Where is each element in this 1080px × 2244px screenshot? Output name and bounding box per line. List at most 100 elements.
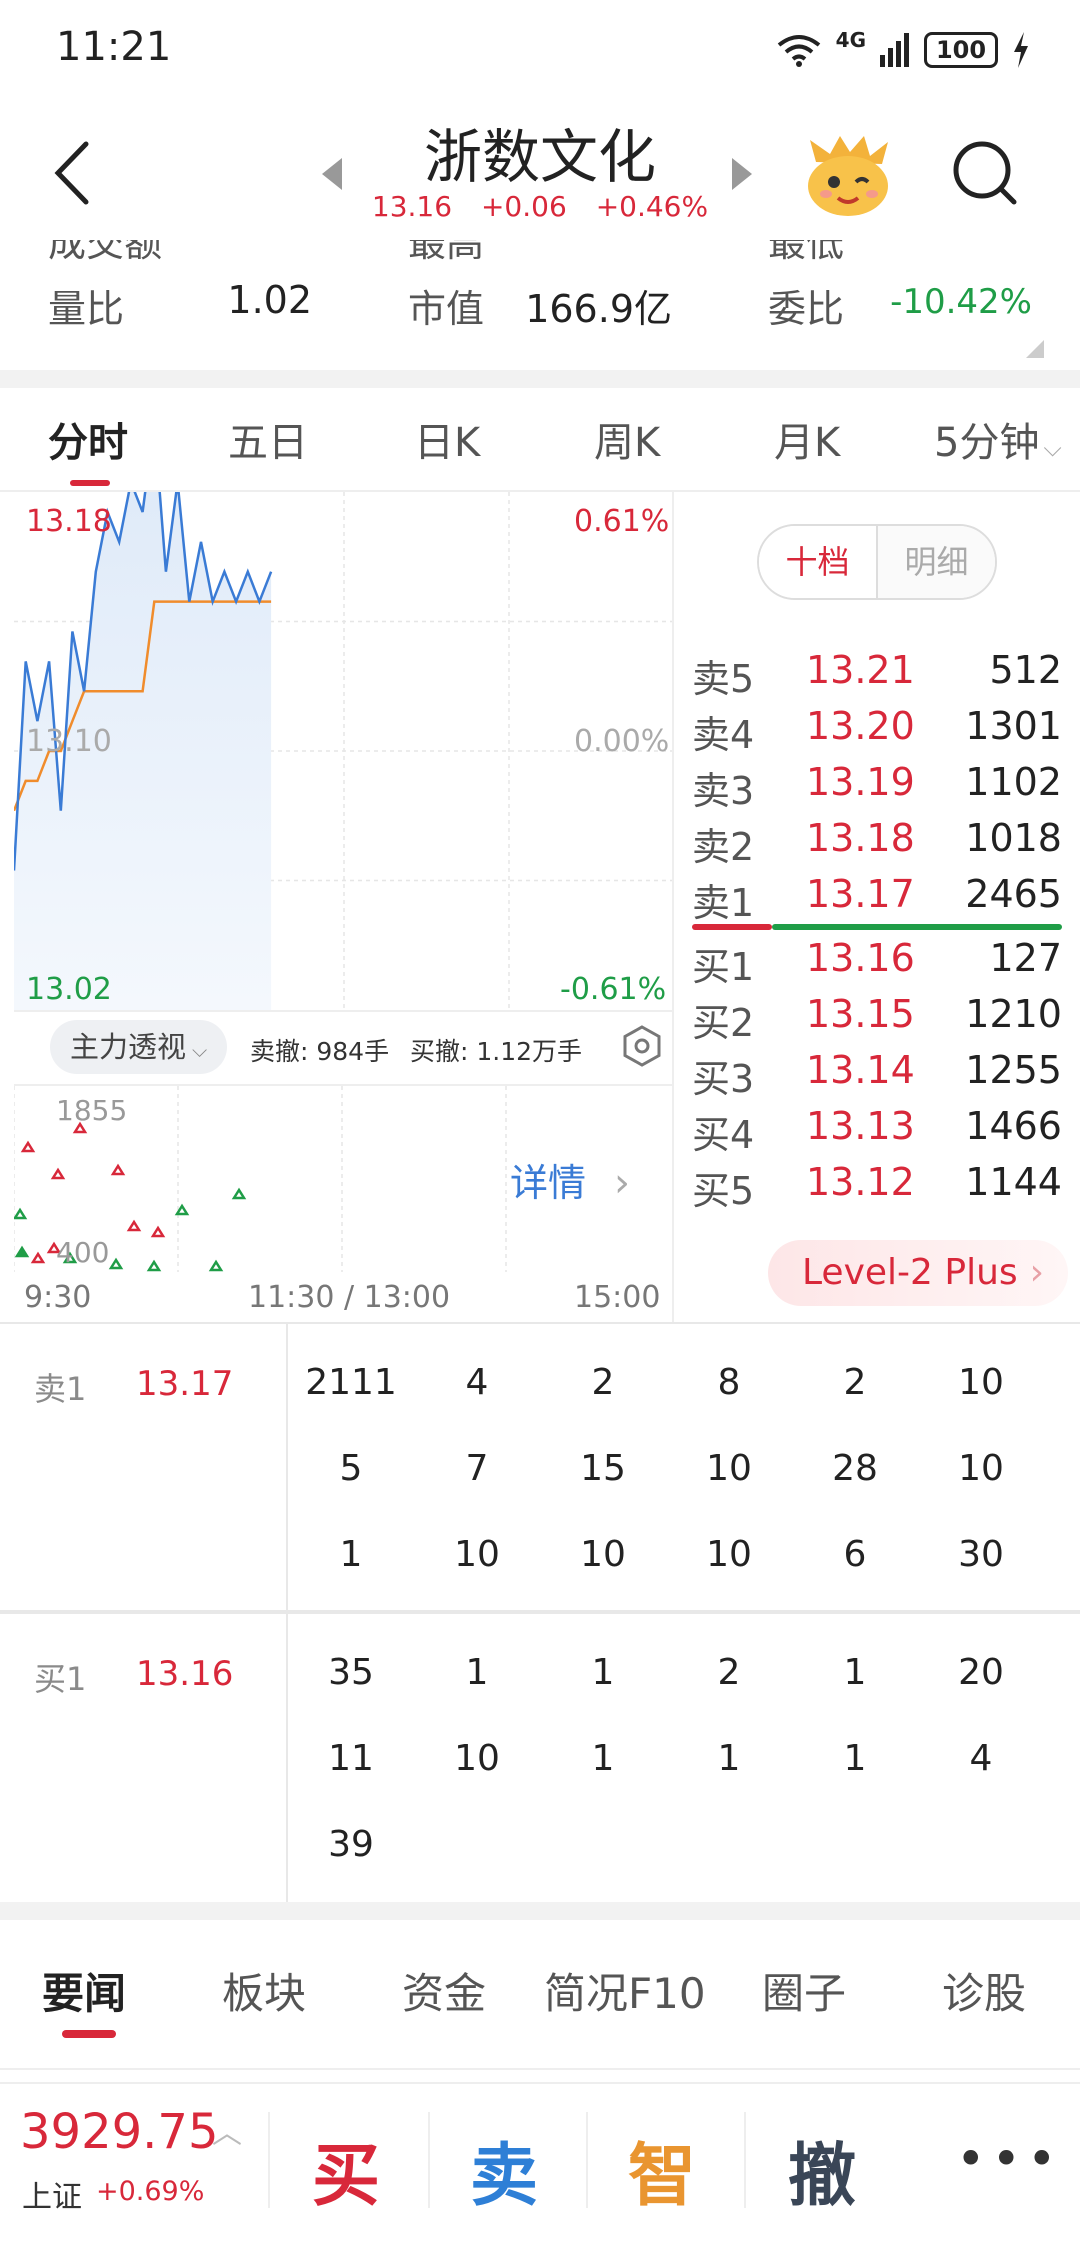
tab-news[interactable]: 要闻 [42, 1960, 126, 2021]
queue-cell: 7 [465, 1448, 489, 1489]
queue-cell: 1 [717, 1738, 741, 1779]
tab-diagnose[interactable]: 诊股 [942, 1960, 1026, 2021]
sell-level-row[interactable]: 卖5 13.21 512 [692, 648, 1062, 704]
index-change: +0.69% [96, 2176, 205, 2207]
queue-cell: 35 [328, 1652, 374, 1693]
buy-queue-label: 买1 [34, 1660, 87, 1698]
tab-f10[interactable]: 简况F10 [544, 1960, 706, 2021]
vol-top-label: 1855 [56, 1094, 128, 1127]
buy-level-price: 13.12 [806, 1160, 915, 1204]
sell-level-label: 卖1 [692, 881, 755, 925]
divider [428, 2112, 430, 2208]
bid-ask-ratio-bar [692, 924, 1062, 930]
buy-level-label: 买3 [692, 1057, 755, 1101]
tab-five-day[interactable]: 五日 [228, 410, 308, 468]
buy-level-qty: 1255 [965, 1048, 1062, 1092]
buy-level-price: 13.13 [806, 1104, 915, 1148]
tab-monthly-k[interactable]: 月K [774, 410, 840, 468]
buy-button[interactable]: 买 [312, 2120, 380, 2219]
settings-hexagon-icon[interactable] [620, 1024, 664, 1068]
index-name: 上证 [22, 2180, 82, 2215]
sell-level-row[interactable]: 卖1 13.17 2465 [692, 872, 1062, 928]
queue-cell: 1 [465, 1652, 489, 1693]
vol-bottom-label: 400 [56, 1236, 110, 1269]
queue-cell: 1 [843, 1652, 867, 1693]
queue-cell: 4 [969, 1738, 993, 1779]
cancel-order-button[interactable]: 撤 [788, 2120, 856, 2219]
queue-cell: 10 [454, 1534, 500, 1575]
section-gap [0, 1902, 1080, 1920]
chevron-up-icon[interactable]: ︿ [212, 2108, 242, 2152]
buy-level-row[interactable]: 买1 13.16 127 [692, 936, 1062, 992]
buy-level-price: 13.16 [806, 936, 915, 980]
buy-level-label: 买4 [692, 1113, 755, 1157]
buy-level-row[interactable]: 买5 13.12 1144 [692, 1160, 1062, 1216]
buy-marker [108, 1257, 124, 1270]
queue-cell: 2 [717, 1652, 741, 1693]
index-value[interactable]: 3929.75 [20, 2104, 219, 2160]
tab-5min[interactable]: 5分钟 ⌵ [934, 410, 1062, 468]
tab-intraday[interactable]: 分时 [48, 410, 128, 468]
queue-cell: 15 [580, 1448, 626, 1489]
queue-cell: 10 [958, 1448, 1004, 1489]
sell-level-label: 卖4 [692, 713, 755, 757]
tab-community[interactable]: 圈子 [762, 1960, 846, 2021]
buy-marker [146, 1259, 162, 1272]
quote-line: 13.16 +0.06 +0.46% [0, 190, 1080, 223]
chevron-right-icon: › [1029, 1252, 1045, 1293]
sell-marker [126, 1219, 142, 1232]
sell-level-label: 卖5 [692, 657, 755, 701]
stock-name: 浙数文化 [423, 123, 656, 191]
tab-weekly-k[interactable]: 周K [594, 410, 660, 468]
price-high-label: 13.18 [26, 504, 112, 539]
buy-level-label: 买2 [692, 1001, 755, 1045]
sell-level-row[interactable]: 卖2 13.18 1018 [692, 816, 1062, 872]
network-label: 4G [835, 28, 866, 52]
orderbook-toggle: 十档 明细 [757, 524, 997, 600]
section-gap [0, 370, 1080, 388]
tab-capital[interactable]: 资金 [402, 1960, 486, 2021]
queue-cell: 10 [958, 1362, 1004, 1403]
main-force-label: 主力透视 [70, 1030, 187, 1064]
tab-ten-levels[interactable]: 十档 [759, 526, 876, 598]
tab-5min-label: 5分钟 [934, 420, 1040, 466]
buy-level-row[interactable]: 买4 13.13 1466 [692, 1104, 1062, 1160]
prev-stock-icon[interactable] [318, 156, 346, 192]
stat-label-high: 最高 [408, 240, 485, 265]
sell-level-row[interactable]: 卖4 13.20 1301 [692, 704, 1062, 760]
sell-level-row[interactable]: 卖3 13.19 1102 [692, 760, 1062, 816]
tab-trade-detail[interactable]: 明细 [876, 526, 995, 598]
sell-button[interactable]: 卖 [470, 2120, 538, 2219]
detail-link[interactable]: 详情 › [510, 1152, 630, 1207]
divider [586, 2112, 588, 2208]
level2-plus-button[interactable]: Level-2 Plus › [768, 1240, 1068, 1306]
tab-sector[interactable]: 板块 [222, 1960, 306, 2021]
time-label-mid: 11:30 / 13:00 [248, 1280, 451, 1315]
buy-level-qty: 1210 [965, 992, 1062, 1036]
level2-label: Level-2 Plus [802, 1252, 1018, 1293]
buy-level-row[interactable]: 买2 13.15 1210 [692, 992, 1062, 1048]
queue-cell: 28 [832, 1448, 878, 1489]
header-change: +0.06 [480, 190, 567, 223]
smart-button[interactable]: 智 [628, 2120, 696, 2219]
queue-cell: 30 [958, 1534, 1004, 1575]
status-bar: 11:21 4G 100 [0, 0, 1080, 100]
search-icon[interactable] [950, 138, 1020, 208]
buy-level-price: 13.14 [806, 1048, 915, 1092]
tab-daily-k[interactable]: 日K [414, 410, 480, 468]
more-icon[interactable]: ••• [956, 2130, 1062, 2188]
mascot-icon[interactable] [800, 132, 896, 218]
buy-marker [231, 1187, 247, 1200]
sell-marker [20, 1140, 36, 1153]
divider [0, 1610, 1080, 1614]
sell-level-qty: 1102 [965, 760, 1062, 804]
buy-level-qty: 127 [989, 936, 1062, 980]
queue-cell: 10 [454, 1738, 500, 1779]
sell-level-qty: 2465 [965, 872, 1062, 916]
expand-corner-icon[interactable] [1026, 340, 1044, 358]
buy-cancel-label: 买撤: 1.12万手 [410, 1037, 583, 1066]
main-force-dropdown[interactable]: 主力透视 ⌵ [50, 1020, 228, 1074]
sell-level-price: 13.21 [806, 648, 915, 692]
next-stock-icon[interactable] [728, 156, 756, 192]
buy-level-row[interactable]: 买3 13.14 1255 [692, 1048, 1062, 1104]
